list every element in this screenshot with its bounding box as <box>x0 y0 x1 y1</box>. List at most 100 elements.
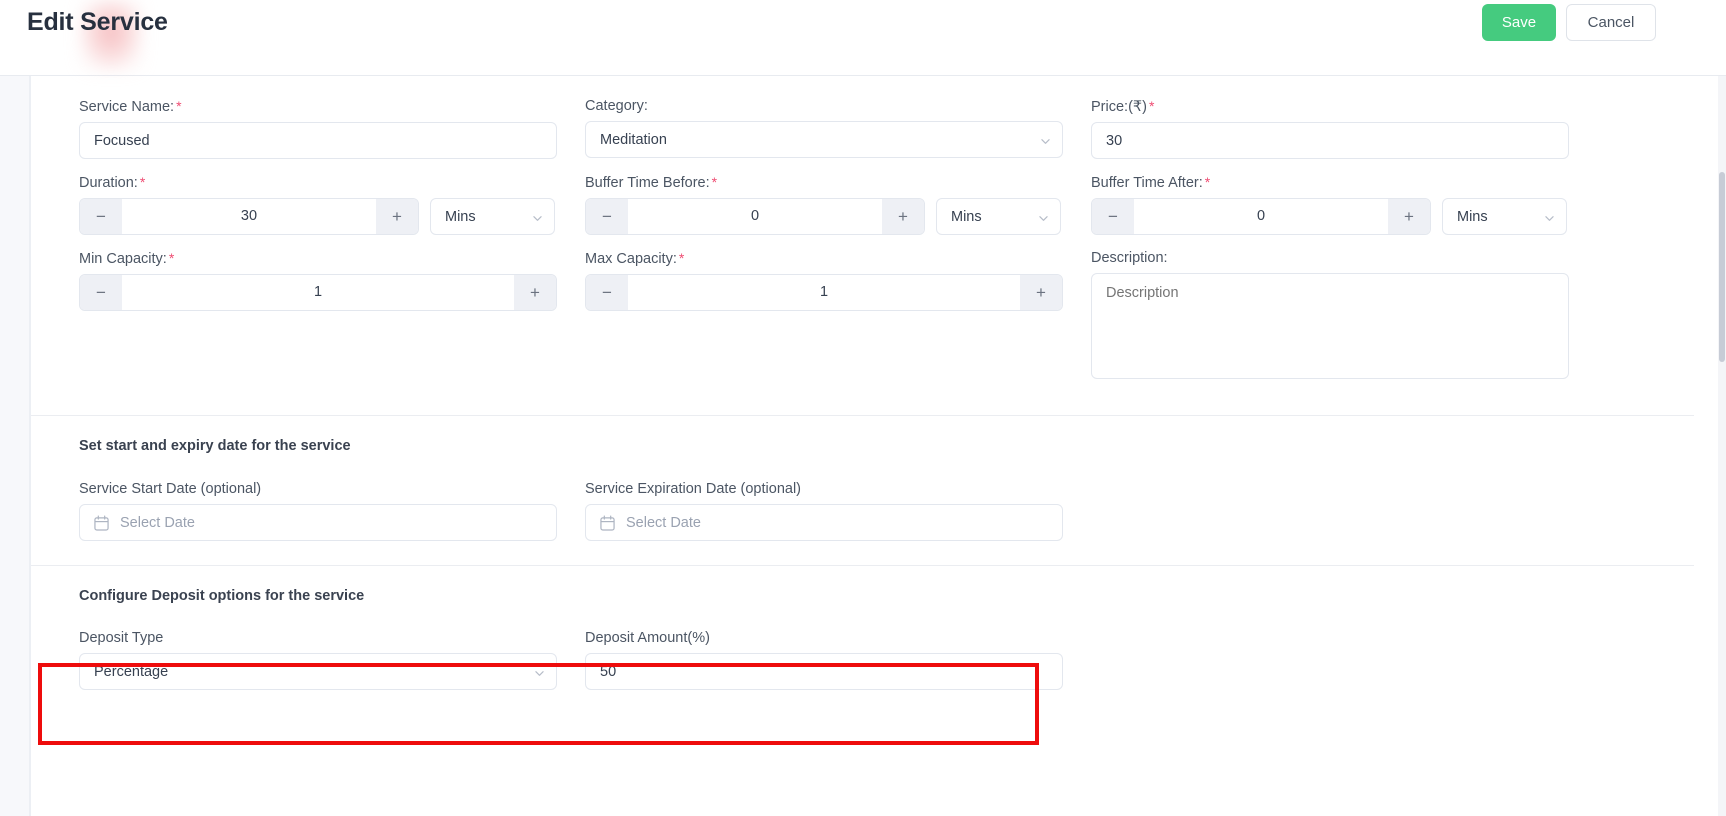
service-expiration-date-input[interactable]: Select Date <box>585 504 1063 541</box>
category-label: Category: <box>585 98 648 114</box>
service-start-date-input[interactable]: Select Date <box>79 504 557 541</box>
form-row-1: Service Name: * Focused Category: Meditat… <box>31 98 1694 159</box>
deposit-fields-row: Deposit Type Percentage Deposit Amount(%… <box>31 630 1694 690</box>
calendar-icon <box>600 515 615 531</box>
duration-label: Duration: * <box>79 174 146 191</box>
min-capacity-value[interactable]: 1 <box>122 275 514 310</box>
vertical-scrollbar-track[interactable] <box>1718 76 1726 816</box>
deposit-section-title: Configure Deposit options for the servic… <box>79 588 365 604</box>
field-service-name: Service Name: * Focused <box>79 98 557 159</box>
chevron-down-icon <box>535 669 544 678</box>
field-price: Price:(₹) * 30 <box>1091 98 1569 159</box>
field-buffer-before: Buffer Time Before: * − 0 + Mins <box>585 174 1063 235</box>
buffer-before-decrement-button[interactable]: − <box>586 199 628 234</box>
duration-increment-button[interactable]: + <box>376 199 418 234</box>
field-max-capacity: Max Capacity: * − 1 + <box>585 250 1063 384</box>
category-selected-value: Meditation <box>600 131 667 148</box>
deposit-type-selected-value: Percentage <box>94 663 169 680</box>
form-row-3: Min Capacity:* − 1 + Max Capacity:* − <box>31 250 1694 384</box>
chevron-down-icon <box>533 214 542 223</box>
duration-unit-value: Mins <box>445 208 476 225</box>
buffer-after-unit-select[interactable]: Mins <box>1442 198 1567 235</box>
cancel-button[interactable]: Cancel <box>1566 4 1656 41</box>
date-section: Set start and expiry date for the servic… <box>31 416 1694 565</box>
service-name-input[interactable]: Focused <box>79 122 557 159</box>
required-asterisk: * <box>678 250 685 266</box>
edit-service-page: Edit Service Save Cancel Service Name: * … <box>0 0 1726 816</box>
duration-value[interactable]: 30 <box>122 199 376 234</box>
deposit-amount-input[interactable]: 50 <box>585 653 1063 690</box>
edit-service-card: Service Name: * Focused Category: Meditat… <box>30 76 1694 816</box>
required-asterisk: * <box>139 174 146 190</box>
date-fields-row: Service Start Date (optional) Select Dat… <box>79 481 1646 541</box>
date-section-title: Set start and expiry date for the servic… <box>79 438 351 454</box>
calendar-icon <box>94 515 109 531</box>
buffer-before-unit-value: Mins <box>951 208 982 225</box>
field-deposit-amount: Deposit Amount(%) 50 <box>585 630 1063 690</box>
buffer-after-value[interactable]: 0 <box>1134 199 1388 234</box>
required-asterisk: * <box>711 174 718 190</box>
max-capacity-value[interactable]: 1 <box>628 275 1020 310</box>
buffer-before-increment-button[interactable]: + <box>882 199 924 234</box>
page-title: Edit Service <box>27 8 168 36</box>
service-start-date-placeholder: Select Date <box>120 514 195 531</box>
field-duration: Duration: * − 30 + Mins <box>79 174 557 235</box>
min-capacity-increment-button[interactable]: + <box>514 275 556 310</box>
deposit-type-select[interactable]: Percentage <box>79 653 557 690</box>
required-asterisk: * <box>1148 98 1155 114</box>
field-min-capacity: Min Capacity: * − 1 + <box>79 250 557 384</box>
max-capacity-label: Max Capacity: * <box>585 250 685 267</box>
required-asterisk: * <box>176 98 182 114</box>
buffer-after-label: Buffer Time After: * <box>1091 174 1211 191</box>
price-label: Price:(₹) * <box>1091 98 1155 115</box>
chevron-down-icon <box>1039 214 1048 223</box>
field-service-expiration-date: Service Expiration Date (optional) Selec… <box>585 481 1063 541</box>
buffer-before-unit-select[interactable]: Mins <box>936 198 1061 235</box>
buffer-after-increment-button[interactable]: + <box>1388 199 1430 234</box>
buffer-before-label: Buffer Time Before: * <box>585 174 718 191</box>
buffer-before-value[interactable]: 0 <box>628 199 882 234</box>
buffer-after-stepper: − 0 + <box>1091 198 1431 235</box>
field-description: Description: <box>1091 250 1569 384</box>
duration-stepper: − 30 + <box>79 198 419 235</box>
buffer-after-stepper-wrap: − 0 + Mins <box>1091 198 1569 235</box>
required-asterisk: * <box>1204 174 1211 190</box>
field-deposit-type: Deposit Type Percentage <box>79 630 557 690</box>
service-expiration-date-placeholder: Select Date <box>626 514 701 531</box>
max-capacity-stepper: − 1 + <box>585 274 1063 311</box>
price-input[interactable]: 30 <box>1091 122 1569 159</box>
max-capacity-increment-button[interactable]: + <box>1020 275 1062 310</box>
service-expiration-date-label: Service Expiration Date (optional) <box>585 481 801 497</box>
deposit-type-label: Deposit Type <box>79 630 164 646</box>
description-label: Description: <box>1091 250 1168 266</box>
chevron-down-icon <box>1041 137 1050 146</box>
buffer-before-stepper: − 0 + <box>585 198 925 235</box>
buffer-before-stepper-wrap: − 0 + Mins <box>585 198 1063 235</box>
category-select[interactable]: Meditation <box>585 121 1063 158</box>
duration-stepper-wrap: − 30 + Mins <box>79 198 557 235</box>
field-category: Category: Meditation <box>585 98 1063 159</box>
description-textarea[interactable] <box>1091 273 1569 379</box>
buffer-after-decrement-button[interactable]: − <box>1092 199 1134 234</box>
left-rail <box>0 76 30 816</box>
min-capacity-label: Min Capacity: * <box>79 250 175 267</box>
deposit-section: Configure Deposit options for the servic… <box>31 566 1694 690</box>
form-row-2: Duration: * − 30 + Mins Buffer Time Befo… <box>31 174 1694 235</box>
min-capacity-stepper: − 1 + <box>79 274 557 311</box>
service-details-section: Service Name: * Focused Category: Meditat… <box>31 76 1694 415</box>
duration-unit-select[interactable]: Mins <box>430 198 555 235</box>
save-button[interactable]: Save <box>1482 4 1556 41</box>
field-service-start-date: Service Start Date (optional) Select Dat… <box>79 481 557 541</box>
vertical-scrollbar-thumb[interactable] <box>1719 172 1725 362</box>
max-capacity-decrement-button[interactable]: − <box>586 275 628 310</box>
min-capacity-decrement-button[interactable]: − <box>80 275 122 310</box>
service-name-label: Service Name: * <box>79 98 182 115</box>
duration-decrement-button[interactable]: − <box>80 199 122 234</box>
